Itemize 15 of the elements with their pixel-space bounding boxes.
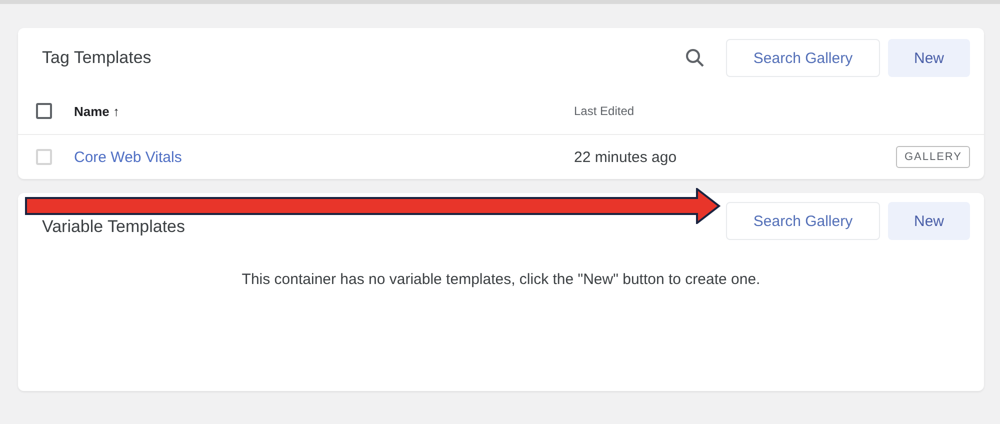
gallery-badge: GALLERY [896, 146, 970, 168]
new-button[interactable]: New [888, 39, 970, 77]
last-edited-cell-text: 22 minutes ago [574, 148, 678, 166]
card-title: Variable Templates [42, 216, 186, 237]
new-button[interactable]: New [888, 202, 970, 240]
search-gallery-button[interactable]: Search Gallery [726, 39, 880, 77]
select-all-checkbox[interactable] [36, 103, 52, 119]
card-title: Tag Templates [42, 48, 152, 68]
empty-message: This container has no variable templates, click the "New" button to create one. [240, 271, 762, 288]
search-icon[interactable] [684, 47, 706, 69]
column-header[interactable]: Name ↑ [74, 104, 574, 118]
search-gallery-button[interactable]: Search Gallery [726, 202, 880, 240]
template-link[interactable]: Core Web Vitals [74, 148, 574, 166]
row-checkbox[interactable] [36, 149, 52, 165]
column-header[interactable]: Last Edited [574, 104, 634, 118]
